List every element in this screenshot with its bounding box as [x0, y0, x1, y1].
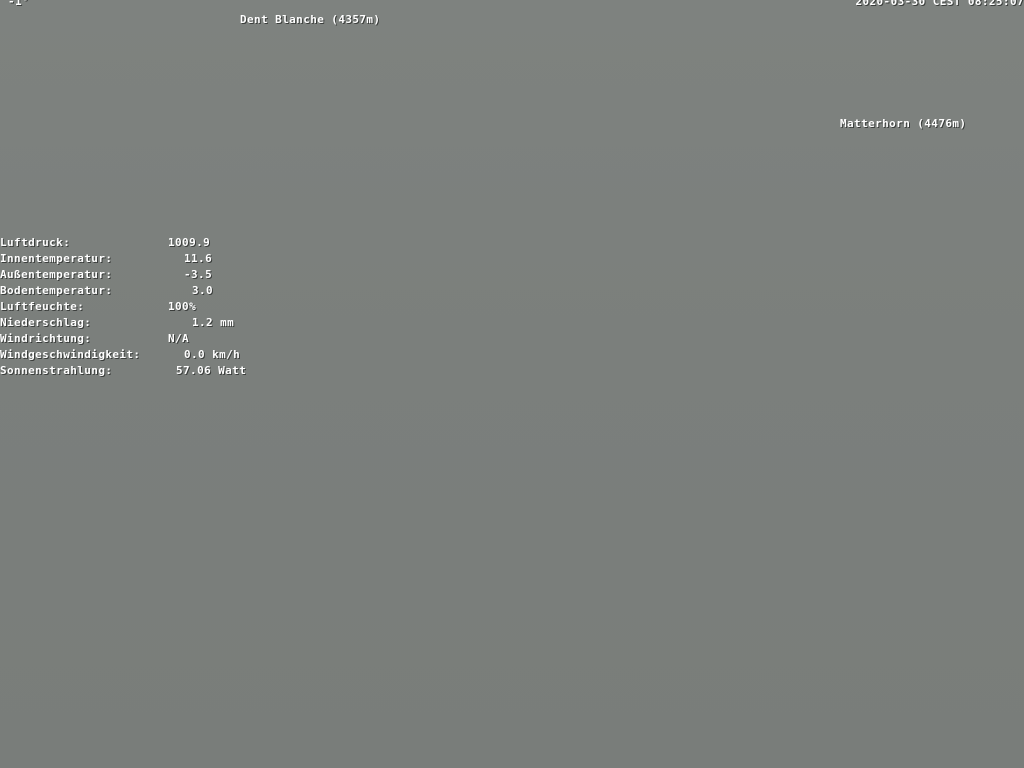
weather-value: 57.06 Watt	[176, 364, 247, 377]
weather-label: Außentemperatur:	[0, 268, 113, 281]
weather-row-aussentemperatur: Außentemperatur: -3.5	[0, 269, 270, 285]
weather-value: 0.0 km/h	[184, 348, 241, 361]
weather-row-windrichtung: Windrichtung: N/A	[0, 333, 270, 349]
weather-value: N/A	[168, 332, 190, 345]
weather-label: Windgeschwindigkeit:	[0, 348, 141, 361]
weather-row-bodentemperatur: Bodentemperatur: 3.0	[0, 285, 270, 301]
peak-label-dent-blanche: Dent Blanche (4357m)	[240, 13, 381, 26]
weather-value: 11.6	[184, 252, 213, 265]
weather-panel: Luftdruck: 1009.9 Innentemperatur: 11.6 …	[0, 237, 270, 381]
weather-row-sonnenstrahlung: Sonnenstrahlung: 57.06 Watt	[0, 365, 270, 381]
timestamp: 2020-03-30 CEST 08:25:07	[855, 0, 1024, 8]
weather-label: Niederschlag:	[0, 316, 92, 329]
weather-value: -3.5	[184, 268, 213, 281]
webcam-image: -1° 2020-03-30 CEST 08:25:07 Dent Blanch…	[0, 0, 1024, 768]
weather-row-niederschlag: Niederschlag: 1.2 mm	[0, 317, 270, 333]
weather-label: Sonnenstrahlung:	[0, 364, 113, 377]
weather-row-luftdruck: Luftdruck: 1009.9	[0, 237, 270, 253]
rotation-readout: -1°	[8, 0, 30, 8]
weather-row-luftfeuchte: Luftfeuchte: 100%	[0, 301, 270, 317]
weather-value: 1.2 mm	[192, 316, 235, 329]
weather-label: Luftdruck:	[0, 236, 71, 249]
weather-label: Bodentemperatur:	[0, 284, 113, 297]
peak-label-matterhorn: Matterhorn (4476m)	[840, 117, 967, 130]
weather-label: Windrichtung:	[0, 332, 92, 345]
weather-value: 100%	[168, 300, 197, 313]
weather-value: 1009.9	[168, 236, 211, 249]
weather-value: 3.0	[192, 284, 214, 297]
weather-label: Innentemperatur:	[0, 252, 113, 265]
weather-label: Luftfeuchte:	[0, 300, 85, 313]
weather-row-innentemperatur: Innentemperatur: 11.6	[0, 253, 270, 269]
weather-row-windgeschwindigkeit: Windgeschwindigkeit: 0.0 km/h	[0, 349, 270, 365]
